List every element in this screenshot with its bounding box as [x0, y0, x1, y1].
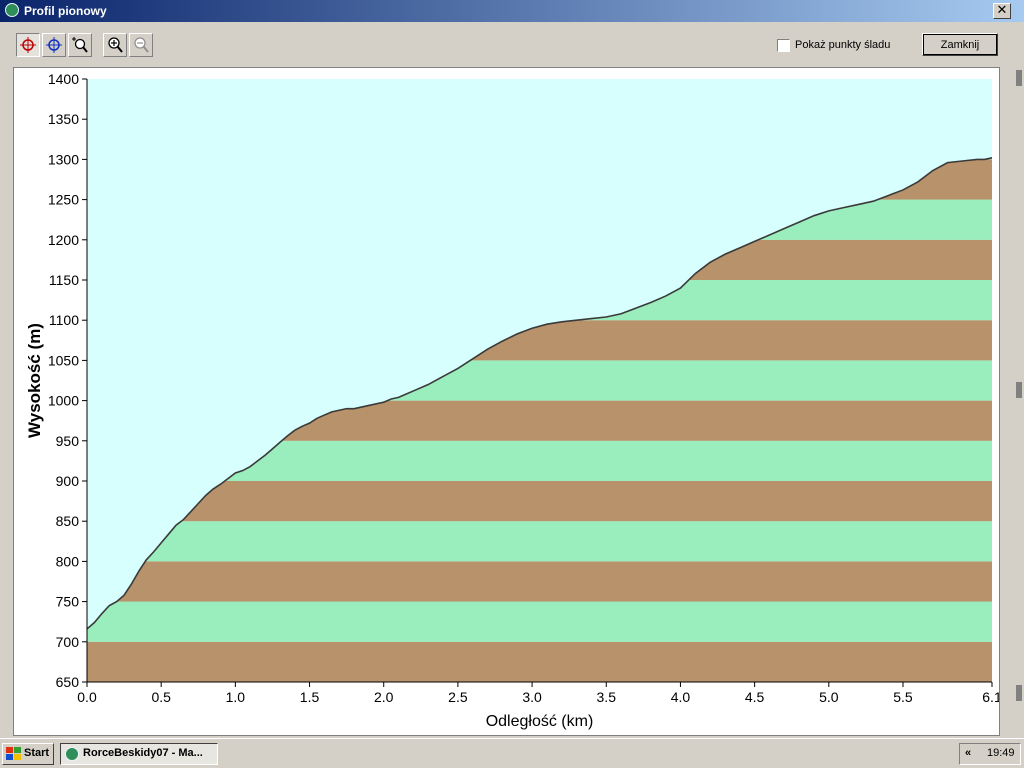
zoom-out-icon: [134, 37, 149, 53]
elevation-band: [87, 561, 992, 602]
y-tick-label: 650: [56, 674, 80, 690]
tray-expand-chevron-icon[interactable]: «: [965, 747, 971, 759]
background-window-edge: [1013, 22, 1024, 738]
x-tick-label: 1.0: [226, 689, 246, 705]
x-axis-label: Odległość (km): [486, 713, 594, 730]
tray-clock: 19:49: [987, 747, 1015, 759]
taskbar-item-mapsource[interactable]: RorceBeskidy07 - Ma...: [60, 743, 218, 765]
elevation-band: [87, 601, 992, 642]
y-tick-label: 800: [56, 553, 80, 569]
x-tick-label: 0.0: [77, 689, 97, 705]
x-tick-label: 5.0: [819, 689, 839, 705]
taskbar: Start RorceBeskidy07 - Ma... « 19:49: [0, 738, 1024, 768]
y-tick-label: 850: [56, 513, 80, 529]
x-tick-label: 5.5: [893, 689, 913, 705]
x-tick-label: 6.1: [982, 689, 999, 705]
y-tick-label: 1300: [48, 151, 79, 167]
show-points-checkbox[interactable]: [777, 39, 790, 52]
crosshair-blue-button[interactable]: [42, 33, 66, 57]
crosshair-red-button[interactable]: [16, 33, 40, 57]
zoom-out-button[interactable]: [129, 33, 153, 57]
zoom-in-icon: [108, 37, 123, 53]
y-tick-label: 1050: [48, 352, 79, 368]
taskbar-item-label: RorceBeskidy07 - Ma...: [83, 747, 203, 759]
elevation-band: [87, 521, 992, 562]
crosshair-blue-icon: [46, 37, 62, 53]
x-tick-label: 3.0: [522, 689, 542, 705]
y-tick-label: 1000: [48, 393, 79, 409]
x-tick-label: 4.5: [745, 689, 765, 705]
edge-scroll-nub: [1016, 382, 1022, 398]
elevation-chart-svg: 650 700 750 800 850 900 950 1000 1050 1100 1150 120…: [25, 71, 999, 730]
zoom-in-button[interactable]: [103, 33, 127, 57]
y-axis-label: Wysokość (m): [25, 323, 44, 438]
x-tick-label: 4.0: [671, 689, 691, 705]
y-tick-label: 950: [56, 433, 80, 449]
app-globe-icon: [5, 3, 19, 17]
system-tray: « 19:49: [959, 743, 1021, 765]
y-tick-label: 1100: [49, 312, 79, 328]
crosshair-red-icon: [20, 37, 36, 53]
x-tick-label: 3.5: [597, 689, 617, 705]
y-tick-label: 1400: [48, 71, 79, 87]
y-tick-label: 1250: [48, 192, 79, 208]
elevation-band: [87, 481, 992, 522]
zoom-window-icon: [72, 37, 88, 53]
windows-logo-icon: [6, 747, 21, 760]
elevation-band: [87, 641, 992, 682]
window-title: Profil pionowy: [24, 4, 107, 18]
y-tick-label: 700: [56, 634, 80, 650]
y-tick-label: 900: [56, 473, 80, 489]
elevation-chart[interactable]: 650 700 750 800 850 900 950 1000 1050 1100 1150 120…: [13, 67, 1000, 736]
y-tick-label: 750: [56, 594, 80, 610]
zoom-window-button[interactable]: [68, 33, 92, 57]
y-tick-label: 1150: [49, 272, 79, 288]
x-tick-label: 0.5: [151, 689, 171, 705]
y-tick-label: 1350: [48, 111, 79, 127]
window-titlebar[interactable]: Profil pionowy ✕: [0, 0, 1024, 22]
window-close-button[interactable]: ✕: [993, 3, 1011, 19]
edge-scroll-nub: [1016, 685, 1022, 701]
x-tick-label: 2.0: [374, 689, 394, 705]
start-label: Start: [24, 747, 50, 759]
start-button[interactable]: Start: [2, 743, 54, 765]
x-tick-label: 1.5: [300, 689, 320, 705]
x-tick-label: 2.5: [448, 689, 468, 705]
edge-scroll-nub: [1016, 70, 1022, 86]
show-points-label: Pokaż punkty śladu: [795, 39, 891, 51]
y-tick-label: 1200: [48, 232, 79, 248]
app-globe-icon: [65, 747, 79, 761]
close-dialog-button[interactable]: Zamknij: [922, 33, 998, 56]
